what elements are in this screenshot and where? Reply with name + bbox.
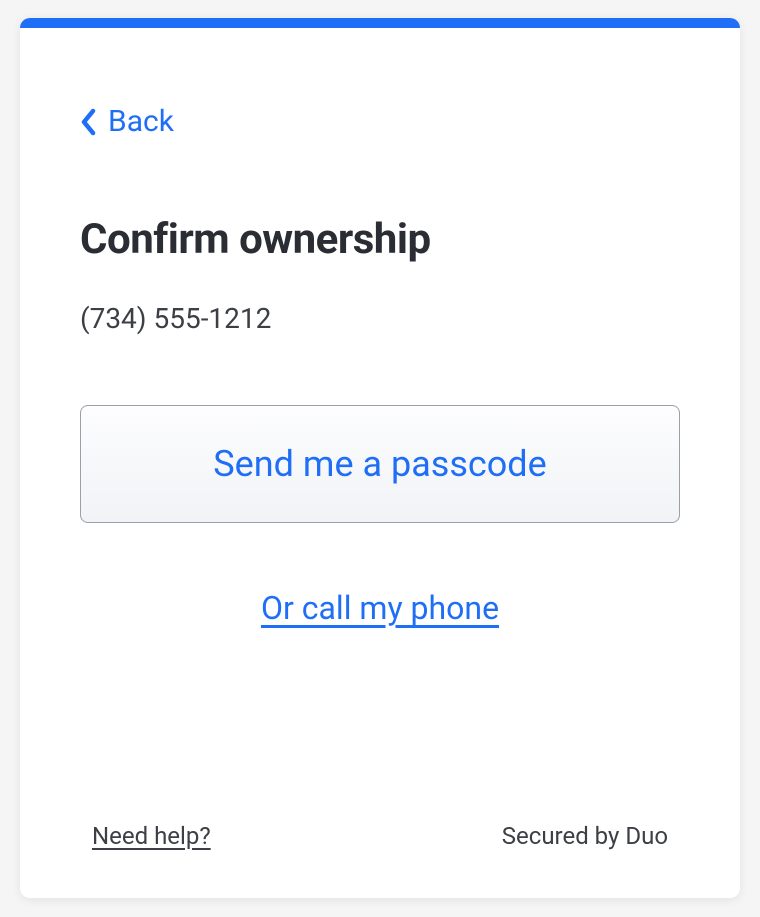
call-phone-link[interactable]: Or call my phone <box>261 589 499 627</box>
page-title: Confirm ownership <box>80 215 680 264</box>
card-content: Back Confirm ownership (734) 555-1212 Se… <box>20 28 740 822</box>
accent-top-bar <box>20 18 740 28</box>
phone-number: (734) 555-1212 <box>80 302 680 335</box>
chevron-left-icon <box>80 108 96 136</box>
back-label: Back <box>108 104 174 139</box>
card-footer: Need help? Secured by Duo <box>20 822 740 898</box>
send-passcode-button[interactable]: Send me a passcode <box>80 405 680 523</box>
secured-by-label: Secured by Duo <box>502 822 668 850</box>
auth-card: Back Confirm ownership (734) 555-1212 Se… <box>20 18 740 898</box>
need-help-link[interactable]: Need help? <box>92 822 211 850</box>
back-button[interactable]: Back <box>80 104 174 139</box>
